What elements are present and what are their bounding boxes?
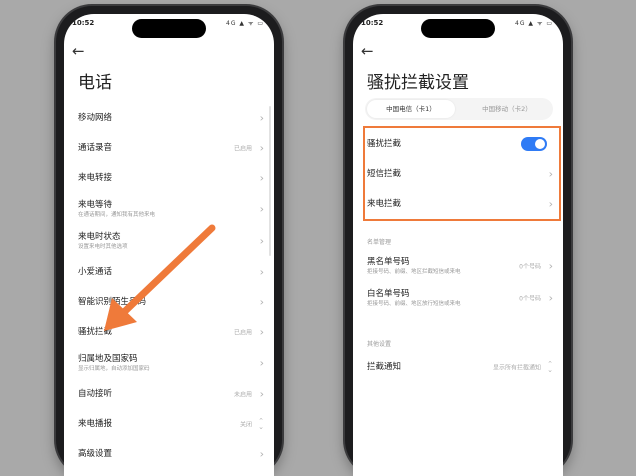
chevron-right-icon: › xyxy=(259,265,264,279)
settings-row[interactable]: 高级设置 › xyxy=(64,439,274,469)
status-time: 10:52 xyxy=(361,19,384,27)
row-value: 已启用 xyxy=(233,329,252,337)
dynamic-island xyxy=(421,19,495,38)
row-label: 高级设置 xyxy=(78,448,113,459)
row-value: 显示所有拦截通知 xyxy=(492,364,541,372)
highlight-box xyxy=(363,126,561,221)
row-value: 已启用 xyxy=(233,145,252,153)
list-management-section: 名单管理 黑名单号码 拒接号码、前缀、地区拦截短信或来电 0个号码 › 白名单号… xyxy=(353,232,563,314)
row-label: 来电时状态 xyxy=(78,231,121,242)
left-screen: 10:52 4G ▲ ᯤ ▭ ← 电话 移动网络 › 通话录音 已启用 › 来电转接 › 来电… xyxy=(64,14,274,476)
row-sub: 显示归属地，自动添加国家码 xyxy=(78,365,150,372)
right-screen: 10:52 4G ▲ ᯤ ▭ ← 骚扰拦截设置 中国电信（卡1） 中国移动（卡2… xyxy=(353,14,563,476)
chevron-right-icon: › xyxy=(259,171,264,185)
page-title: 骚扰拦截设置 xyxy=(367,73,469,93)
row-value: 未启用 xyxy=(233,391,252,399)
sim-tabs: 中国电信（卡1） 中国移动（卡2） xyxy=(365,98,553,120)
row-label: 智能识别陌生号码 xyxy=(78,296,147,307)
row-label: 移动网络 xyxy=(78,112,113,123)
up-down-icon: ⌃ ⌄ xyxy=(547,360,553,374)
chevron-right-icon: › xyxy=(259,295,264,309)
section-label: 名单管理 xyxy=(367,239,392,246)
settings-row[interactable]: 来电播报 关闭 ⌃ ⌄ xyxy=(64,409,274,439)
row-label: 来电转接 xyxy=(78,172,113,183)
left-phone: 10:52 4G ▲ ᯤ ▭ ← 电话 移动网络 › 通话录音 已启用 › 来电转接 › 来电… xyxy=(56,6,282,476)
row-value: 0个号码 xyxy=(519,263,541,271)
settings-row[interactable]: 智能识别陌生号码 › xyxy=(64,287,274,317)
section-label: 其他设置 xyxy=(367,341,392,348)
row-value: 关闭 xyxy=(239,421,252,429)
settings-row[interactable]: 自动接听 未启用 › xyxy=(64,379,274,409)
chevron-right-icon: › xyxy=(548,291,553,305)
back-arrow-icon[interactable]: ← xyxy=(72,44,90,59)
row-sub: 在通话期间，通知我有其他来电 xyxy=(78,211,156,218)
row-label: 小爱通话 xyxy=(78,266,113,277)
dynamic-island xyxy=(132,19,206,38)
tab-sim2[interactable]: 中国移动（卡2） xyxy=(463,100,551,118)
row-sub: 设置来电时其他选项 xyxy=(78,243,128,250)
row-blacklist[interactable]: 黑名单号码 拒接号码、前缀、地区拦截短信或来电 0个号码 › xyxy=(353,250,563,282)
chevron-right-icon: › xyxy=(259,111,264,125)
row-value: 0个号码 xyxy=(519,295,541,303)
page-title: 电话 xyxy=(78,73,112,93)
chevron-right-icon: › xyxy=(259,141,264,155)
right-phone: 10:52 4G ▲ ᯤ ▭ ← 骚扰拦截设置 中国电信（卡1） 中国移动（卡2… xyxy=(345,6,571,476)
settings-row[interactable]: 移动网络 › xyxy=(64,103,274,133)
tab-sim1[interactable]: 中国电信（卡1） xyxy=(367,100,455,118)
row-interception-notification[interactable]: 拦截通知 显示所有拦截通知 ⌃ ⌄ xyxy=(353,352,563,382)
settings-list: 移动网络 › 通话录音 已启用 › 来电转接 › 来电等待 在通话期间，通知我有其他来电 › 来电时… xyxy=(64,103,274,469)
up-down-icon: ⌃ ⌄ xyxy=(258,417,264,431)
status-indicators: 4G ▲ ᯤ ▭ xyxy=(515,20,553,27)
settings-row[interactable]: 来电时状态 设置来电时其他选项 › xyxy=(64,225,274,257)
status-indicators: 4G ▲ ᯤ ▭ xyxy=(226,20,264,27)
row-label: 归属地及国家码 xyxy=(78,353,138,364)
chevron-right-icon: › xyxy=(259,234,264,248)
chevron-right-icon: › xyxy=(259,356,264,370)
chevron-right-icon: › xyxy=(259,325,264,339)
settings-row[interactable]: 小爱通话 › xyxy=(64,257,274,287)
settings-row[interactable]: 来电等待 在通话期间，通知我有其他来电 › xyxy=(64,193,274,225)
back-arrow-icon[interactable]: ← xyxy=(361,44,379,59)
settings-row[interactable]: 骚扰拦截 已启用 › xyxy=(64,317,274,347)
other-settings-section: 其他设置 拦截通知 显示所有拦截通知 ⌃ ⌄ xyxy=(353,334,563,382)
chevron-right-icon: › xyxy=(548,259,553,273)
settings-row[interactable]: 归属地及国家码 显示归属地，自动添加国家码 › xyxy=(64,347,274,379)
settings-row[interactable]: 通话录音 已启用 › xyxy=(64,133,274,163)
chevron-right-icon: › xyxy=(259,387,264,401)
status-time: 10:52 xyxy=(72,19,95,27)
row-label: 来电等待 xyxy=(78,199,113,210)
chevron-right-icon: › xyxy=(259,202,264,216)
chevron-right-icon: › xyxy=(259,447,264,461)
settings-row[interactable]: 来电转接 › xyxy=(64,163,274,193)
row-whitelist[interactable]: 白名单号码 拒接号码、前缀、地区放行短信或来电 0个号码 › xyxy=(353,282,563,314)
